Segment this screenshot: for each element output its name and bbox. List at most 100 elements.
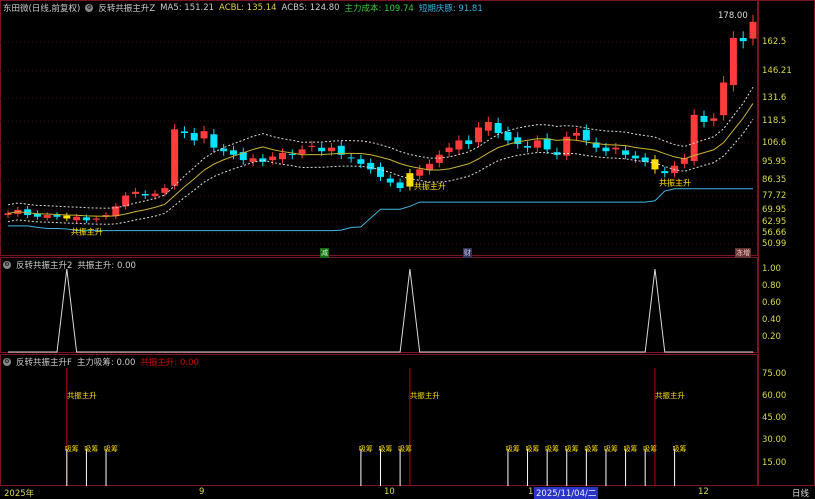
candle [661, 171, 669, 174]
candle [386, 178, 394, 183]
support-line [8, 188, 753, 232]
accum-label: 吸筹 [84, 444, 98, 453]
axis-label: 75.00 [762, 369, 787, 379]
candle [720, 82, 728, 116]
accum-label: 吸筹 [624, 444, 638, 453]
price-label: 50.99 [762, 239, 787, 249]
panel3-header: ⚙ 反转共振主升F 主力吸筹: 0.00 共振主升: 0.00 [3, 356, 199, 368]
accum-label: 吸筹 [565, 444, 579, 453]
candle [416, 169, 424, 176]
price-label: 62.95 [762, 217, 787, 227]
accum-label: 吸筹 [643, 444, 657, 453]
candle [504, 131, 512, 141]
panel2-header: ⚙ 反转共振主升2 共振主升: 0.00 [3, 259, 136, 271]
stock-title: 东田微(日线,前复权) [3, 4, 81, 14]
candle [229, 150, 237, 155]
price-label: 106.6 [762, 138, 787, 148]
signal-label: 共振主升 [71, 226, 103, 236]
period-button[interactable]: 日线 [792, 487, 809, 499]
axis-label: 0.20 [762, 332, 781, 342]
panel2-value: 共振主升: 0.00 [77, 261, 136, 271]
candle [161, 188, 169, 193]
candle [63, 215, 71, 219]
cost-value: 主力成本: 109.74 [344, 4, 414, 14]
accum-label: 吸筹 [398, 444, 412, 453]
price-label: 77.72 [762, 191, 787, 201]
candle [494, 123, 502, 134]
candle [327, 147, 335, 152]
accum-label: 吸筹 [584, 444, 598, 453]
candle [357, 159, 365, 164]
candle [484, 121, 492, 131]
axis-label: 15.00 [762, 458, 787, 468]
candle [749, 21, 757, 39]
indicator-name: 反转共振主升Z [98, 4, 156, 14]
max-price-label: 178.00 [718, 11, 748, 21]
axis-label: 0.60 [762, 298, 781, 308]
candle [308, 145, 316, 147]
candle [396, 182, 404, 189]
signal-label: 共振主升 [655, 390, 685, 400]
chart-canvas[interactable]: 共振主升共振主升 共振主升共振主升 共振主升 共振主升吸筹 吸筹 吸筹 吸筹 吸筹 吸筹 吸筹 吸筹… [0, 0, 815, 497]
candle [729, 37, 737, 86]
candle [298, 149, 306, 154]
axis-label: 30.00 [762, 435, 787, 445]
upper-band [7, 86, 754, 209]
candle [582, 129, 590, 141]
candle [210, 134, 218, 148]
price-label: 131.6 [762, 93, 787, 103]
acbl-value: ACBL: 135.14 [219, 3, 277, 13]
settings-icon[interactable]: ⚙ [85, 4, 94, 12]
panel3-indicator: 反转共振主升F [16, 358, 72, 368]
short-value: 短期庆豚: 91.81 [418, 4, 483, 14]
signal-label: 共振主升 [659, 177, 691, 187]
candle [739, 37, 747, 42]
candle [171, 129, 179, 186]
axis-label: 0.80 [762, 281, 781, 291]
candle [622, 150, 630, 155]
time-label: 9 [199, 487, 205, 497]
accum-label: 吸筹 [545, 444, 559, 453]
candle [347, 157, 355, 159]
time-label: 1 [528, 487, 534, 497]
price-label: 56.66 [762, 228, 787, 238]
cursor-date: 2025/11/04/二 [534, 487, 599, 499]
price-label: 118.5 [762, 116, 787, 126]
marker-unlock[interactable]: 冻增 [735, 248, 751, 258]
axis-label: 0.40 [762, 315, 781, 325]
time-label: 10 [384, 487, 395, 497]
time-label: 12 [698, 487, 709, 497]
candle [690, 114, 698, 161]
candle [367, 162, 375, 170]
price-label: 162.5 [762, 37, 787, 47]
candle [190, 133, 198, 141]
accum-label: 吸筹 [506, 444, 520, 453]
axis-label: 60.00 [762, 391, 787, 401]
marker-finance[interactable]: 财 [463, 248, 472, 258]
candle [573, 133, 581, 136]
accum-label: 吸筹 [104, 444, 118, 453]
price-label: 95.95 [762, 157, 787, 167]
candle [131, 191, 139, 195]
candle [73, 216, 81, 221]
signal-label: 共振主升 [67, 390, 97, 400]
accum-label: 吸筹 [526, 444, 540, 453]
candle [180, 131, 188, 134]
price-label: 146.21 [762, 66, 792, 76]
candle [465, 140, 473, 145]
candle [475, 127, 483, 143]
price-label: 86.35 [762, 175, 787, 185]
panel2-indicator: 反转共振主升2 [16, 261, 73, 271]
settings-icon[interactable]: ⚙ [3, 358, 11, 366]
candle [269, 156, 277, 161]
candle [524, 145, 532, 148]
candle [4, 213, 12, 216]
accum-label: 吸筹 [604, 444, 618, 453]
price-label: 69.95 [762, 205, 787, 215]
marker-reduce[interactable]: 减 [320, 248, 329, 258]
settings-icon[interactable]: ⚙ [3, 261, 11, 269]
accum-label: 吸筹 [673, 444, 687, 453]
candle [533, 140, 541, 148]
candle [455, 140, 463, 150]
candle [700, 115, 708, 122]
